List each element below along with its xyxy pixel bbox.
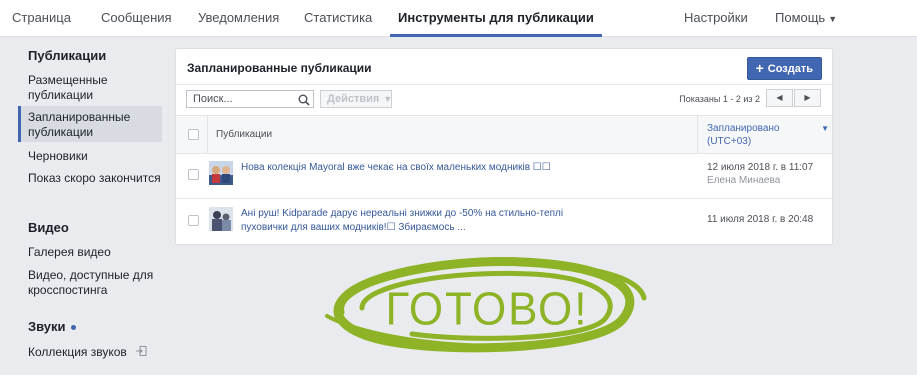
chevron-down-icon: ▼	[383, 94, 393, 104]
sidebar-item-drafts[interactable]: Черновики	[18, 149, 162, 164]
search-input[interactable]	[187, 91, 293, 107]
sidebar-item-scheduled-posts[interactable]: Запланированные публикации	[18, 106, 162, 142]
search-icon[interactable]	[298, 93, 310, 111]
sidebar-item-published-posts[interactable]: Размещенные публикации	[18, 73, 162, 103]
post-text[interactable]: Нова колекція Mayoral вже чекає на своїх…	[241, 161, 571, 175]
column-divider	[207, 116, 208, 153]
help-label: Помощь	[775, 10, 826, 25]
divider	[176, 84, 832, 85]
tab-publishing-tools[interactable]: Инструменты для публикации	[390, 0, 602, 37]
sidebar-section-video: Видео	[28, 220, 69, 235]
tab-messages[interactable]: Сообщения	[101, 0, 172, 36]
table-row[interactable]: Нова колекція Mayoral вже чекає на своїх…	[176, 153, 832, 199]
chevron-down-icon: ▼	[828, 14, 838, 24]
create-button[interactable]: + Создать	[746, 57, 822, 80]
select-all-checkbox[interactable]	[188, 129, 199, 140]
sounds-title: Звуки	[28, 319, 66, 334]
scheduled-date: 11 июля 2018 г. в 20:48	[707, 214, 814, 225]
plus-icon: +	[755, 60, 764, 76]
help-menu[interactable]: Помощь ▼	[775, 0, 837, 36]
row-checkbox[interactable]	[188, 169, 199, 180]
column-header-publications[interactable]: Публикации	[216, 129, 272, 140]
post-text[interactable]: Ані руш! Kidparade дарує нереальні знижк…	[241, 207, 571, 235]
sidebar-item-crossposting-videos[interactable]: Видео, доступные для кросспостинга	[18, 268, 162, 298]
post-thumbnail[interactable]	[209, 207, 233, 231]
sidebar-section-sounds: Звуки	[28, 319, 76, 334]
pager: ◀ ▶	[766, 89, 822, 107]
pager-status: Показаны 1 - 2 из 2	[679, 94, 760, 104]
actions-dropdown[interactable]: Действия ▼	[320, 90, 392, 108]
new-badge-dot	[70, 325, 76, 331]
post-thumbnail[interactable]	[209, 161, 233, 185]
table-row[interactable]: Ані руш! Kidparade дарує нереальні знижк…	[176, 199, 832, 244]
sound-collection-label: Коллекция звуков	[28, 345, 127, 359]
search-box	[186, 90, 314, 108]
sidebar-section-publications: Публикации	[28, 48, 107, 63]
sidebar-item-video-library[interactable]: Галерея видео	[18, 245, 162, 260]
table-header: Публикации Запланировано (UTC+03) ▼	[176, 115, 832, 154]
sidebar-item-expiring-posts[interactable]: Показ скоро закончится	[18, 171, 162, 186]
tab-statistics[interactable]: Статистика	[304, 0, 372, 36]
create-label: Создать	[767, 63, 813, 75]
tab-page[interactable]: Страница	[12, 0, 71, 36]
post-author: Елена Минаева	[707, 175, 781, 186]
tab-notifications[interactable]: Уведомления	[198, 0, 279, 36]
chevron-right-icon[interactable]: ▶	[794, 89, 821, 107]
tab-settings[interactable]: Настройки	[684, 0, 748, 36]
panel-title: Запланированные публикации	[187, 61, 372, 75]
scheduled-posts-panel: Запланированные публикации +Создать Дейс…	[175, 48, 833, 245]
column-header-scheduled[interactable]: Запланировано (UTC+03)	[707, 122, 787, 148]
actions-label: Действия	[327, 93, 380, 105]
column-divider	[697, 116, 698, 153]
chevron-left-icon[interactable]: ◀	[766, 89, 793, 107]
sidebar-item-sound-collection[interactable]: Коллекция звуков	[18, 345, 162, 360]
sort-down-icon[interactable]: ▼	[821, 124, 829, 133]
row-checkbox[interactable]	[188, 215, 199, 226]
done-text: ГОТОВО!	[385, 283, 588, 335]
top-navigation: Страница Сообщения Уведомления Статистик…	[0, 0, 917, 37]
done-stamp: ГОТОВО!	[322, 250, 652, 360]
external-link-icon	[136, 345, 147, 360]
scheduled-date: 12 июля 2018 г. в 11:07	[707, 162, 814, 173]
